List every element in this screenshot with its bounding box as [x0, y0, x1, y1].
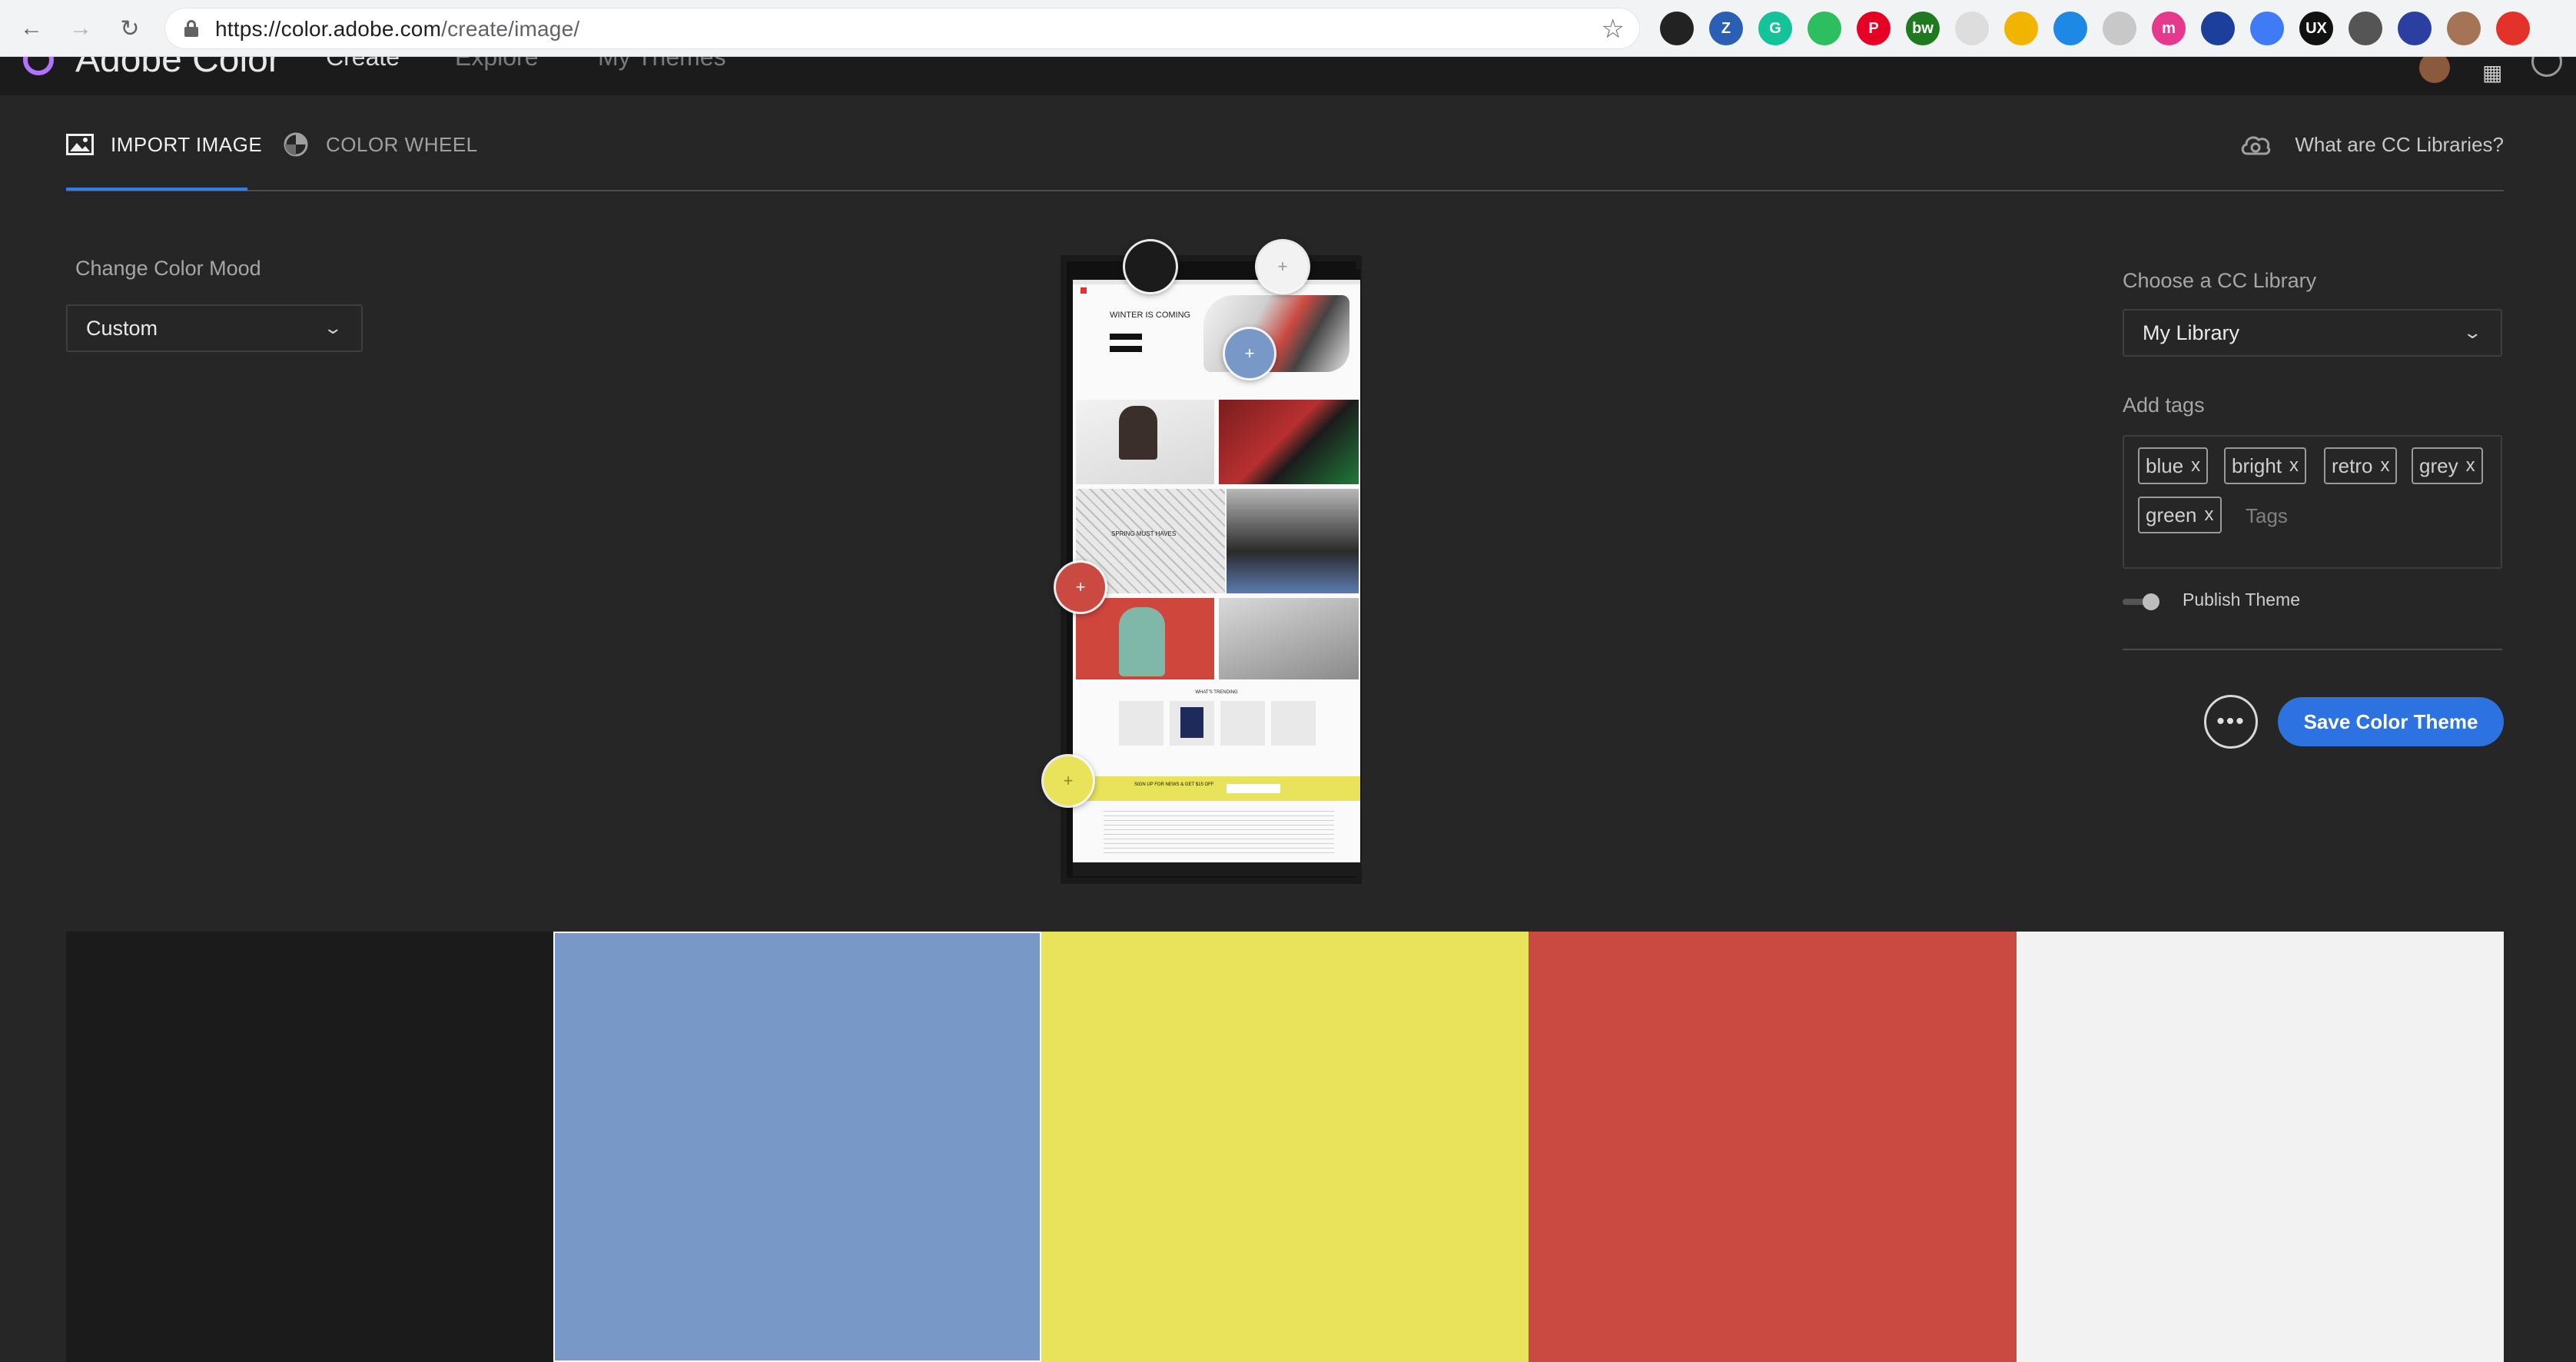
color-swatch[interactable] — [553, 932, 1041, 1362]
tag-chip: grey x — [2412, 447, 2483, 484]
update-extension-icon[interactable] — [2496, 12, 2530, 45]
back-arrow-icon[interactable]: ← — [14, 11, 49, 46]
bookmark-star-icon[interactable]: ☆ — [1602, 14, 1625, 45]
evernote-icon[interactable] — [1808, 12, 1841, 45]
m-extension-icon[interactable]: m — [2152, 12, 2186, 45]
color-swatch[interactable] — [2016, 932, 2505, 1362]
tab-import-image[interactable]: IMPORT IMAGE — [66, 128, 262, 161]
remove-tag-button[interactable]: x — [2205, 504, 2214, 526]
ellipsis-icon: ••• — [2216, 709, 2246, 734]
nav-explore[interactable]: Explore — [455, 57, 539, 71]
tab-label: COLOR WHEEL — [326, 132, 478, 156]
tag-chip: retro x — [2324, 447, 2398, 484]
tag-label: bright — [2232, 453, 2282, 477]
nav-create[interactable]: Create — [326, 57, 400, 71]
color-picker-blue[interactable]: + — [1225, 329, 1274, 378]
bw-extension-icon[interactable]: bw — [1906, 12, 1940, 45]
tab-color-wheel[interactable]: COLOR WHEEL — [283, 128, 478, 161]
tab-label: IMPORT IMAGE — [111, 132, 263, 156]
preview-caption: SPRING MUST HAVES — [1111, 530, 1177, 537]
ux-extension-icon[interactable]: UX — [2299, 12, 2333, 45]
address-bar[interactable]: https://color.adobe.com/create/image/ ☆ — [164, 8, 1640, 49]
color-mood-select[interactable]: Custom ⌄ — [66, 304, 363, 352]
tag-label: retro — [2332, 453, 2373, 477]
browser-toolbar: ← → ↻ https://color.adobe.com/create/ima… — [0, 0, 2576, 57]
cc-libraries-link[interactable]: What are CC Libraries? — [2239, 128, 2504, 161]
publish-theme-toggle[interactable] — [2123, 593, 2161, 610]
camera-extension-icon[interactable] — [1660, 12, 1694, 45]
remove-tag-button[interactable]: x — [2289, 455, 2299, 477]
save-color-theme-button[interactable]: Save Color Theme — [2278, 697, 2504, 746]
color-swatch[interactable] — [66, 932, 554, 1362]
app-brand[interactable]: Adobe Color — [75, 57, 281, 81]
nav-my-themes[interactable]: My Themes — [598, 57, 726, 71]
preview-banner-text: SIGN UP FOR NEWS & GET $15 OFF — [1134, 782, 1214, 787]
apps-grid-icon[interactable]: ▦ — [2482, 60, 2513, 91]
chevron-down-icon: ⌄ — [2461, 323, 2482, 342]
color-swatch[interactable] — [1529, 932, 2017, 1362]
more-options-button[interactable]: ••• — [2204, 695, 2258, 749]
extensions-bar: Z G Pbw m UX — [1660, 11, 2530, 46]
creative-cloud-icon[interactable] — [2531, 57, 2562, 77]
panel-divider — [2123, 649, 2502, 650]
user-avatar[interactable] — [2419, 57, 2450, 83]
tag-chip: green x — [2138, 497, 2222, 533]
arrow-extension-icon[interactable] — [2250, 12, 2284, 45]
app-header: Adobe Color Create Explore My Themes ▦ — [0, 57, 2576, 95]
color-swatch[interactable] — [1041, 932, 1529, 1362]
cc-link-label: What are CC Libraries? — [2295, 132, 2504, 156]
reload-icon[interactable]: ↻ — [112, 11, 148, 46]
preview-section-title: WHAT'S TRENDING — [1195, 690, 1238, 695]
remove-tag-button[interactable]: x — [2380, 455, 2389, 477]
tag-chip: blue x — [2138, 447, 2209, 484]
shield-extension-icon[interactable] — [2349, 12, 2382, 45]
image-icon — [66, 134, 94, 155]
chevron-down-icon: ⌄ — [322, 318, 343, 337]
tag-label: green — [2146, 503, 2197, 527]
publish-theme-label: Publish Theme — [2183, 590, 2300, 610]
color-swatches — [66, 932, 2505, 1362]
remove-tag-button[interactable]: x — [2191, 455, 2200, 477]
cc-library-value: My Library — [2143, 321, 2240, 344]
pencil-extension-icon[interactable] — [2004, 12, 2038, 45]
tags-input[interactable]: Tags — [2246, 504, 2288, 528]
color-wheel-icon — [284, 132, 308, 157]
cc-library-label: Choose a CC Library — [2123, 269, 2317, 292]
color-picker-yellow[interactable]: + — [1044, 756, 1093, 806]
bars-extension-icon[interactable] — [2398, 12, 2432, 45]
profile-avatar-icon[interactable] — [2447, 12, 2481, 45]
image-content: WINTER IS COMING SPRING MUST HAVES WHAT'… — [1073, 269, 1360, 876]
url-text: https://color.adobe.com/create/image/ — [215, 17, 580, 41]
z-extension-icon[interactable]: Z — [1709, 12, 1743, 45]
adobe-color-logo-icon[interactable] — [23, 57, 54, 75]
preview-headline: WINTER IS COMING — [1110, 311, 1191, 320]
remove-tag-button[interactable]: x — [2466, 455, 2475, 477]
cc-library-select[interactable]: My Library ⌄ — [2123, 309, 2502, 357]
uploaded-image-preview[interactable]: WINTER IS COMING SPRING MUST HAVES WHAT'… — [1061, 255, 1362, 884]
c-extension-icon[interactable] — [1955, 12, 1989, 45]
add-tags-label: Add tags — [2123, 394, 2205, 417]
color-mood-value: Custom — [86, 316, 158, 340]
color-picker-black[interactable] — [1125, 241, 1176, 292]
tag-label: grey — [2419, 453, 2458, 477]
color-picker-white[interactable]: + — [1257, 241, 1308, 292]
grey-extension-icon[interactable] — [2103, 12, 2136, 45]
color-mood-label: Change Color Mood — [75, 257, 261, 280]
tags-field[interactable]: blue x bright x retro x grey x green x Tags — [2123, 435, 2502, 569]
lock-icon — [184, 20, 198, 37]
circle-extension-icon[interactable] — [2053, 12, 2087, 45]
tab-divider — [66, 190, 2504, 191]
active-tab-indicator — [66, 188, 247, 191]
tag-chip: bright x — [2224, 447, 2307, 484]
creative-cloud-icon — [2242, 136, 2271, 155]
bowtie-extension-icon[interactable] — [2201, 12, 2235, 45]
forward-arrow-icon[interactable]: → — [63, 11, 98, 46]
pinterest-icon[interactable]: P — [1857, 12, 1891, 45]
tag-label: blue — [2146, 453, 2184, 477]
color-picker-red[interactable]: + — [1056, 563, 1105, 612]
grammarly-icon[interactable]: G — [1758, 12, 1792, 45]
